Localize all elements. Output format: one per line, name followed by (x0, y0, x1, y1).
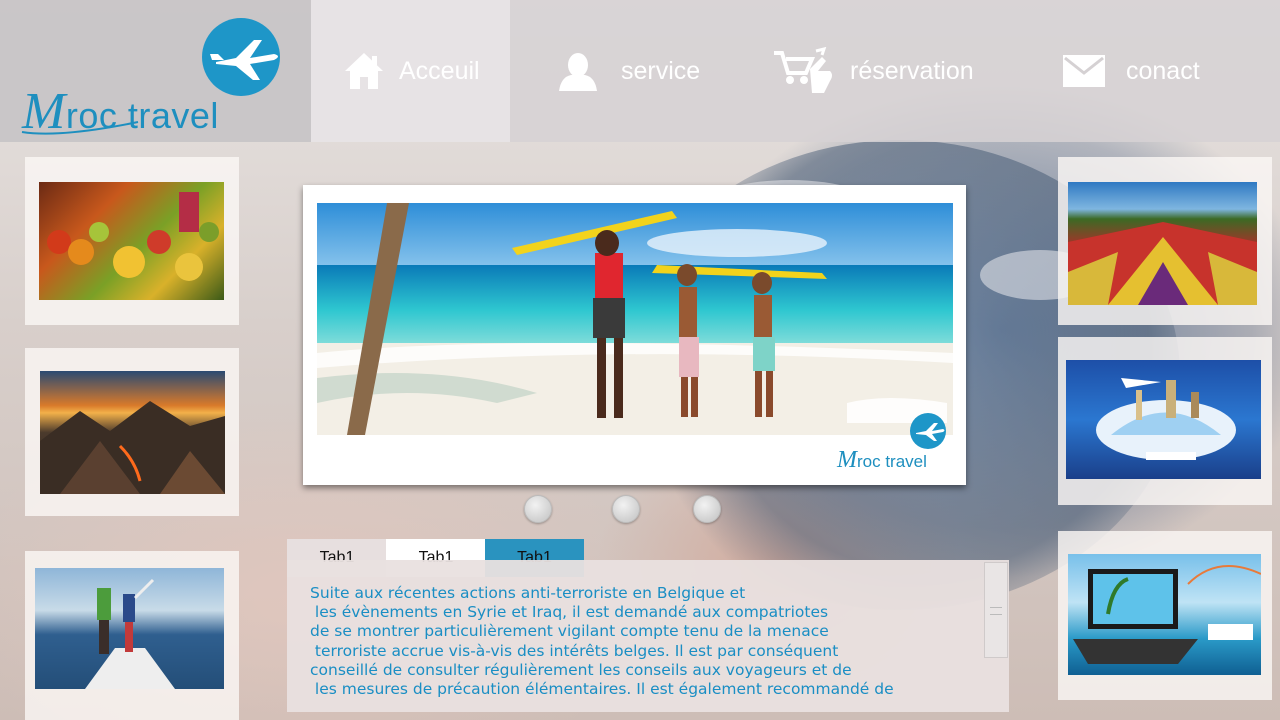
user-icon (557, 51, 599, 91)
nav-label: Acceuil (399, 56, 480, 85)
laptop-beach-image (1068, 554, 1261, 675)
scrollbar-grip[interactable] (990, 607, 1002, 615)
thumbnail-volcano[interactable] (25, 348, 239, 516)
nav-label: conact (1126, 56, 1200, 85)
thumbnail-laptop-beach[interactable] (1058, 531, 1272, 700)
slider-dot-1[interactable] (524, 495, 552, 523)
thumbnail-market[interactable] (25, 157, 239, 325)
nav-item-contact[interactable]: conact (1062, 0, 1232, 142)
logo-swoosh (21, 121, 139, 135)
market-image (39, 182, 224, 300)
content-scrollbar[interactable] (984, 562, 1008, 658)
mail-icon (1062, 53, 1106, 89)
nav-label: réservation (850, 56, 974, 85)
image-slider[interactable]: Mroc travel (303, 185, 966, 485)
thumbnail-world-travel[interactable] (1058, 337, 1272, 505)
slide-airplane-icon (910, 413, 946, 449)
slider-dot-2[interactable] (612, 495, 640, 523)
thumbnail-sea-boat[interactable] (25, 551, 239, 720)
garden-image (1068, 182, 1257, 305)
home-icon (343, 51, 385, 91)
sea-boat-image (35, 568, 224, 689)
slider-dot-3[interactable] (693, 495, 721, 523)
slide-watermark-text: roc travel (857, 452, 927, 471)
slide-watermark: Mroc travel (837, 447, 927, 474)
nav-item-reservation[interactable]: réservation (772, 0, 1012, 142)
nav-item-service[interactable]: service (557, 0, 727, 142)
nav-item-acceuil[interactable]: Acceuil (311, 0, 510, 142)
logo[interactable]: Mroc travel (0, 0, 311, 142)
slide-watermark-initial: M (837, 447, 857, 473)
header: Mroc travel Acceuil service réservation … (0, 0, 1280, 142)
hand-cart-icon (772, 47, 836, 95)
volcano-image (40, 371, 225, 494)
thumbnail-garden[interactable] (1058, 157, 1272, 325)
slide-beach-surfers-image (317, 203, 953, 435)
news-text: Suite aux récentes actions anti-terroris… (310, 584, 894, 699)
tab-content-panel: Suite aux récentes actions anti-terroris… (287, 560, 1009, 712)
world-travel-image (1066, 360, 1261, 479)
nav-label: service (621, 56, 701, 85)
